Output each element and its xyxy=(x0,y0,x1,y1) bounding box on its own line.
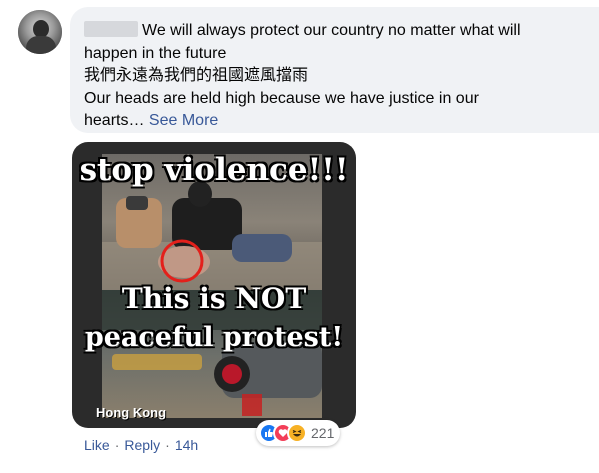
author-name-redacted[interactable] xyxy=(84,21,138,37)
avatar-body xyxy=(26,36,56,54)
see-more-link[interactable]: See More xyxy=(149,112,218,129)
reaction-summary[interactable]: 221 xyxy=(256,420,341,446)
separator-dot: · xyxy=(114,437,120,453)
comment-line-3: 我們永遠為我們的祖國遮風擋雨 xyxy=(84,67,309,84)
comment-line-4: Our heads are held high because we have … xyxy=(84,89,479,107)
like-link[interactable]: Like xyxy=(84,437,110,453)
meme-top-text: stop violence!!! xyxy=(79,152,349,188)
facebook-comment: We will always protect our country no ma… xyxy=(0,0,599,473)
meme-bottom-text: peaceful protest! xyxy=(84,322,344,353)
comment-line-5: hearts… See More xyxy=(84,110,594,133)
haha-icon xyxy=(287,423,307,443)
reaction-count: 221 xyxy=(311,425,335,441)
image-location-label: Hong Kong xyxy=(96,405,167,420)
avatar[interactable] xyxy=(18,10,62,54)
comment-line-1: We will always protect our country no ma… xyxy=(84,20,594,43)
reply-link[interactable]: Reply xyxy=(124,437,160,453)
comment-line-2: happen in the future xyxy=(84,44,227,62)
comment-image[interactable]: stop violence!!! This is NOT peaceful pr… xyxy=(72,142,356,428)
comment-line-5-text: hearts… xyxy=(84,112,145,129)
separator-dot: · xyxy=(165,437,170,453)
meme-middle-text: This is NOT xyxy=(121,282,307,315)
comment-line-1-text: We will always protect our country no ma… xyxy=(142,22,521,39)
timestamp-link[interactable]: 14h xyxy=(175,437,198,453)
comment-actions: Like · Reply · 14h xyxy=(84,436,198,454)
comment-body: We will always protect our country no ma… xyxy=(84,20,594,133)
